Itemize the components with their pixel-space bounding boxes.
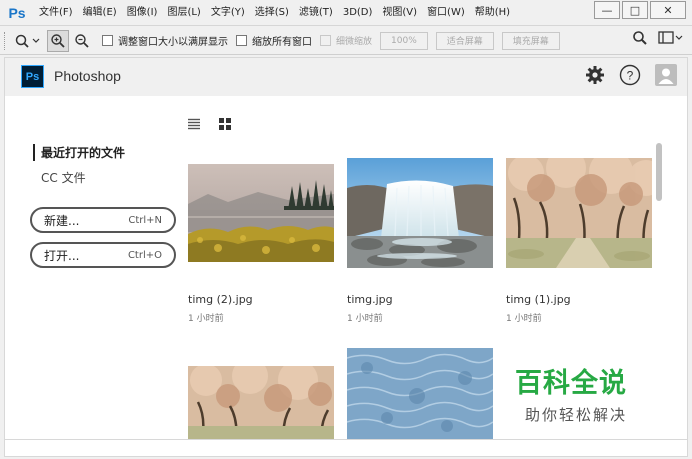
new-button-shortcut: Ctrl+N (128, 214, 162, 226)
maximize-button[interactable]: □ (622, 1, 648, 19)
options-bar: 调整窗口大小以满屏显示 缩放所有窗口 细微缩放 100% 适合屏幕 填充屏幕 (0, 27, 692, 55)
divider (5, 439, 687, 440)
menu-help[interactable]: 帮助(H) (470, 0, 515, 26)
file-thumbnail-row2-1[interactable] (188, 366, 334, 439)
menu-edit[interactable]: 编辑(E) (78, 0, 122, 26)
window-controls: — □ ✕ (594, 1, 686, 19)
open-button-shortcut: Ctrl+O (127, 249, 162, 261)
zoom-out-icon[interactable] (71, 30, 93, 52)
file-name[interactable]: timg (2).jpg (188, 293, 253, 306)
watermark-subtitle: 助你轻松解决 (525, 406, 628, 424)
menu-filter[interactable]: 滤镜(T) (294, 0, 338, 26)
header-icons: ? (585, 64, 677, 89)
file-thumbnail-timg[interactable] (347, 158, 493, 268)
menu-image[interactable]: 图像(I) (122, 0, 163, 26)
file-time: 1 小时前 (506, 314, 542, 324)
help-icon[interactable]: ? (619, 64, 641, 89)
app-title: Photoshop (54, 68, 121, 84)
sidebar-item-cc-files[interactable]: CC 文件 (41, 169, 86, 186)
svg-text:?: ? (627, 69, 634, 83)
user-avatar-icon[interactable] (655, 64, 677, 89)
toolbar-right (632, 30, 684, 49)
list-view-icon[interactable] (186, 116, 202, 132)
file-time: 1 小时前 (347, 314, 383, 324)
zoom-in-icon[interactable] (47, 29, 69, 52)
menu-view[interactable]: 视图(V) (377, 0, 422, 26)
new-button-label: 新建... (44, 213, 80, 228)
menu-window[interactable]: 窗口(W) (422, 0, 470, 26)
gear-icon[interactable] (585, 65, 605, 88)
workspace-switcher-icon[interactable] (658, 30, 684, 49)
new-button[interactable]: 新建... Ctrl+N (30, 207, 176, 233)
menu-layer[interactable]: 图层(L) (162, 0, 205, 26)
grid-view-icon[interactable] (217, 116, 233, 132)
home-header: Ps Photoshop ? (5, 58, 687, 96)
menu-type[interactable]: 文字(Y) (206, 0, 250, 26)
menu-bar: Ps 文件(F) 编辑(E) 图像(I) 图层(L) 文字(Y) 选择(S) 滤… (0, 0, 692, 26)
resize-windows-checkbox[interactable]: 调整窗口大小以满屏显示 (102, 33, 228, 48)
minimize-button[interactable]: — (594, 1, 620, 19)
toolbar-grip[interactable] (4, 31, 10, 50)
menu-file[interactable]: 文件(F) (34, 0, 78, 26)
open-button-label: 打开... (44, 248, 80, 263)
checkbox-box (320, 35, 331, 46)
watermark-logo: 百科全说 助你轻松解决 (503, 351, 667, 435)
scrubby-zoom-checkbox: 细微缩放 (320, 34, 372, 47)
file-thumbnail-row2-2[interactable] (347, 348, 493, 439)
file-time: 1 小时前 (188, 314, 224, 324)
checkbox-box[interactable] (236, 35, 247, 46)
sidebar-item-recent-files[interactable]: 最近打开的文件 (33, 144, 125, 161)
zoom-all-windows-checkbox[interactable]: 缩放所有窗口 (236, 33, 312, 48)
ps-logo[interactable]: Ps (0, 0, 34, 26)
file-name[interactable]: timg (1).jpg (506, 293, 571, 306)
fit-screen-button: 适合屏幕 (435, 31, 494, 50)
open-button[interactable]: 打开... Ctrl+O (30, 242, 176, 268)
checkbox-box[interactable] (102, 35, 113, 46)
file-thumbnail-timg-2[interactable] (188, 164, 334, 262)
fill-screen-button: 填充屏幕 (501, 31, 560, 50)
file-thumbnail-timg-1[interactable] (506, 158, 652, 268)
menu-3d[interactable]: 3D(D) (338, 0, 378, 26)
watermark-title: 百科全说 (515, 368, 627, 399)
photoshop-app-icon: Ps (21, 65, 44, 88)
search-icon[interactable] (632, 30, 648, 49)
scrollbar-thumb[interactable] (656, 143, 662, 201)
zoom-all-windows-label: 缩放所有窗口 (252, 37, 312, 48)
zoom-100-button: 100% (380, 31, 428, 50)
scrubby-zoom-label: 细微缩放 (336, 37, 373, 47)
file-name[interactable]: timg.jpg (347, 293, 393, 306)
close-button[interactable]: ✕ (650, 1, 686, 19)
menu-select[interactable]: 选择(S) (250, 0, 294, 26)
zoom-tool-preset-icon[interactable] (11, 30, 45, 52)
resize-windows-label: 调整窗口大小以满屏显示 (118, 37, 228, 48)
